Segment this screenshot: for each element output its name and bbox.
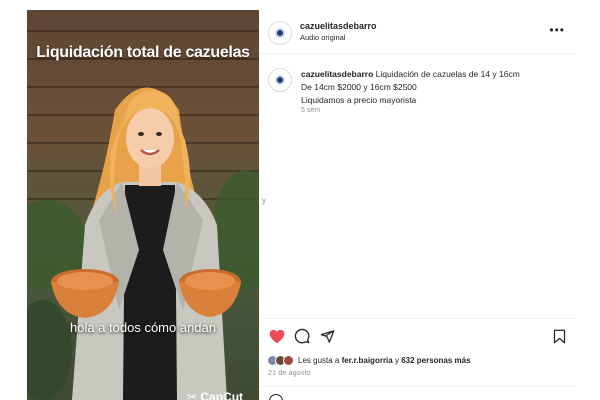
caption-username[interactable]: cazuelitasdebarro <box>301 69 373 79</box>
likes-middle: y <box>392 355 402 365</box>
brand-logo-icon <box>275 75 285 85</box>
post-caption: cazuelitasdebarro Liquidación de cazuela… <box>301 68 566 107</box>
post-date[interactable]: 21 de agosto <box>268 370 311 377</box>
brand-logo-icon <box>275 28 285 38</box>
caption-line: Liquidamos a precio mayorista <box>301 95 417 105</box>
heart-icon[interactable] <box>267 326 287 346</box>
likes-summary[interactable]: Les gusta a fer.r.baigorria y 632 person… <box>267 353 471 367</box>
likes-prefix: Les gusta a <box>298 355 342 365</box>
watermark-text: CapCut <box>200 390 244 400</box>
video-subtitle: hola a todos cómo andan <box>70 320 216 335</box>
caption-line: Liquidación de cazuelas de 14 y 16cm <box>375 69 520 79</box>
liker-username[interactable]: fer.r.baigorria <box>342 356 393 365</box>
divider <box>259 386 575 387</box>
reel-video[interactable]: Liquidación total de cazuelas hola a tod… <box>27 10 259 400</box>
capcut-watermark: ✂ CapCut <box>187 390 243 400</box>
woman-with-bowls-illustration <box>51 87 241 400</box>
audio-link[interactable]: Audio original <box>300 33 345 42</box>
send-icon[interactable] <box>317 326 337 346</box>
emoji-icon[interactable] <box>269 394 283 400</box>
bookmark-icon[interactable] <box>549 326 569 346</box>
header-username[interactable]: cazuelitasdebarro <box>300 21 377 31</box>
likes-count[interactable]: 632 personas más <box>401 356 470 365</box>
avatar <box>283 354 294 366</box>
edge-text: y <box>262 196 266 205</box>
comment-icon[interactable] <box>292 326 312 346</box>
caption-avatar[interactable] <box>268 68 292 92</box>
avatar[interactable] <box>268 21 292 45</box>
more-options-icon[interactable]: ••• <box>549 24 565 36</box>
post-header: cazuelitasdebarro Audio original ••• <box>259 10 575 54</box>
post-time-ago[interactable]: 5 sem <box>301 107 320 114</box>
capcut-logo-icon: ✂ <box>187 390 201 400</box>
video-title-overlay: Liquidación total de cazuelas <box>36 44 250 61</box>
post-details-panel: cazuelitasdebarro Audio original ••• caz… <box>259 10 575 400</box>
liker-avatars <box>267 354 294 366</box>
caption-line: De 14cm $2000 y 16cm $2500 <box>301 82 417 92</box>
divider <box>259 318 575 319</box>
